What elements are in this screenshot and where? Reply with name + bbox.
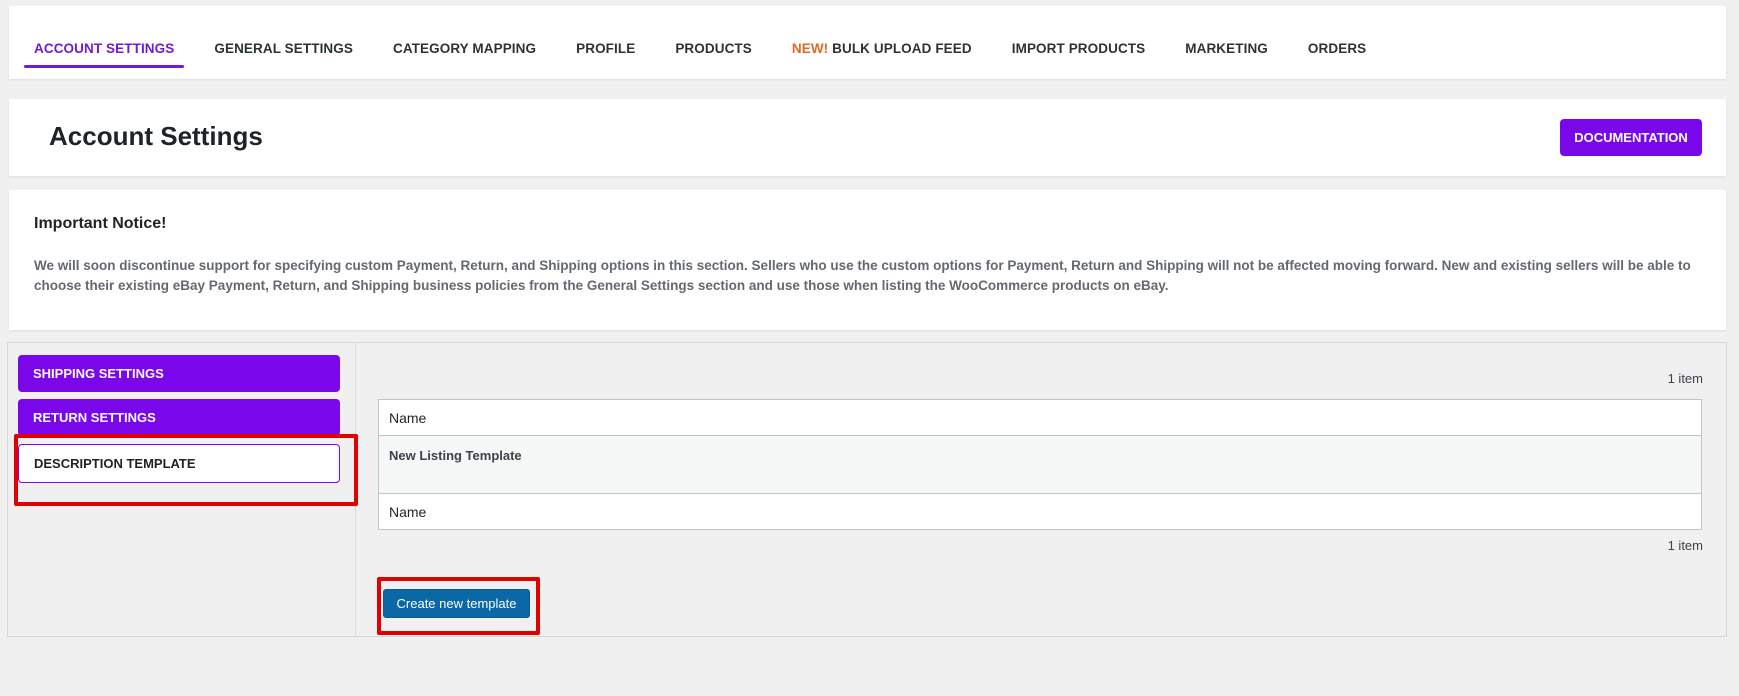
item-count-bottom: 1 item <box>1667 538 1703 553</box>
table-footer-row: Name <box>378 493 1702 530</box>
tab-import-products[interactable]: IMPORT PRODUCTS <box>1002 35 1156 68</box>
documentation-button[interactable]: DOCUMENTATION <box>1560 119 1702 156</box>
notice-title: Important Notice! <box>34 215 167 232</box>
page-header: Account Settings DOCUMENTATION <box>9 99 1726 176</box>
settings-sidebar: SHIPPING SETTINGS RETURN SETTINGS DESCRI… <box>8 343 358 636</box>
tab-category-mapping[interactable]: CATEGORY MAPPING <box>383 35 546 68</box>
tab-orders[interactable]: ORDERS <box>1298 35 1376 68</box>
tab-general-settings[interactable]: GENERAL SETTINGS <box>204 35 363 68</box>
item-count-top: 1 item <box>1667 371 1703 386</box>
tab-products[interactable]: PRODUCTS <box>665 35 762 68</box>
tab-account-settings[interactable]: ACCOUNT SETTINGS <box>24 35 185 68</box>
template-name[interactable]: New Listing Template <box>378 435 1702 494</box>
table-row[interactable]: New Listing Template <box>378 435 1702 494</box>
sidebar-item-shipping-settings[interactable]: SHIPPING SETTINGS <box>18 355 340 392</box>
name-column-footer[interactable]: Name <box>378 493 1702 530</box>
important-notice: Important Notice! We will soon discontin… <box>9 190 1726 330</box>
nav-tab-list: ACCOUNT SETTINGS GENERAL SETTINGS CATEGO… <box>24 35 1396 68</box>
tab-marketing[interactable]: MARKETING <box>1175 35 1278 68</box>
page-title: Account Settings <box>49 121 263 151</box>
settings-panel: SHIPPING SETTINGS RETURN SETTINGS DESCRI… <box>7 342 1727 637</box>
create-new-template-button[interactable]: Create new template <box>383 589 530 618</box>
tab-bulk-upload-feed-label: BULK UPLOAD FEED <box>832 41 972 56</box>
template-list-area: 1 item Name New Listing Template Name 1 … <box>357 343 1727 636</box>
top-nav: ACCOUNT SETTINGS GENERAL SETTINGS CATEGO… <box>9 6 1726 79</box>
table-header-row: Name <box>378 399 1702 436</box>
sidebar-item-return-settings[interactable]: RETURN SETTINGS <box>18 399 340 436</box>
new-badge: NEW! <box>791 41 829 56</box>
sidebar-item-description-template[interactable]: DESCRIPTION TEMPLATE <box>18 444 340 483</box>
tab-profile[interactable]: PROFILE <box>566 35 645 68</box>
notice-text: We will soon discontinue support for spe… <box>34 258 1691 293</box>
name-column-header[interactable]: Name <box>378 399 1702 436</box>
tab-bulk-upload-feed[interactable]: NEW! BULK UPLOAD FEED <box>782 35 982 68</box>
templates-table: Name New Listing Template Name <box>378 399 1702 530</box>
